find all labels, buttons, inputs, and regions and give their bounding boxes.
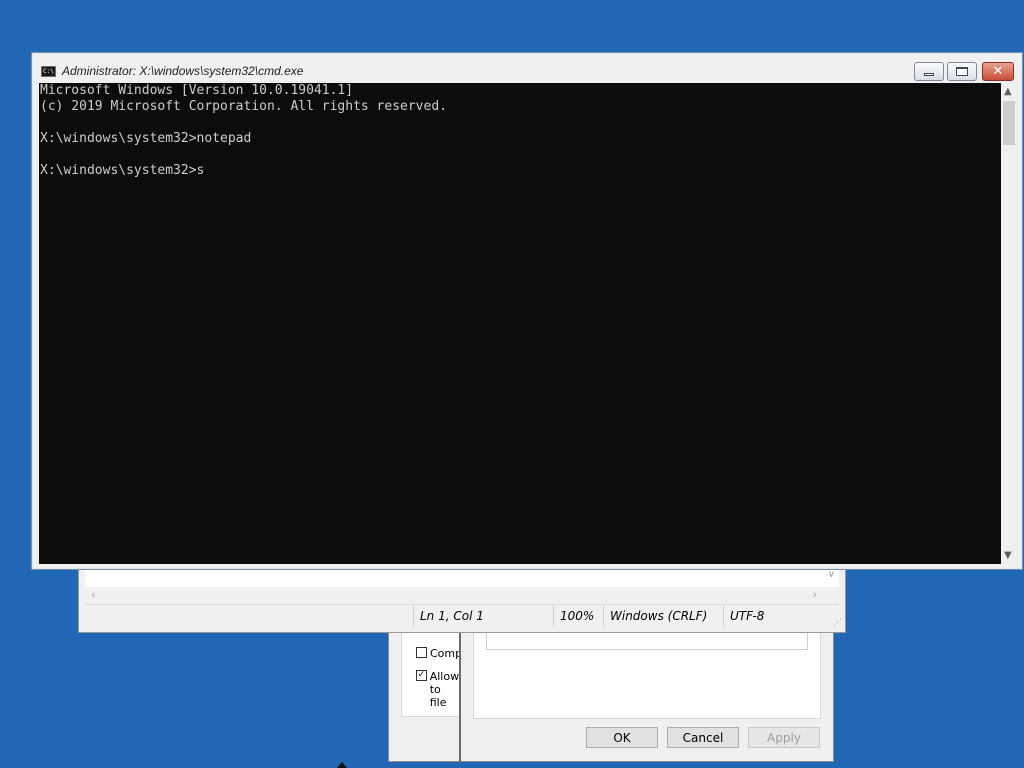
window-title: Administrator: X:\windows\system32\cmd.e… bbox=[62, 64, 304, 78]
close-icon: ✕ bbox=[992, 64, 1004, 79]
cancel-button[interactable]: Cancel bbox=[667, 727, 739, 748]
cmd-window: C:\ Administrator: X:\windows\system32\c… bbox=[31, 52, 1023, 570]
ok-button[interactable]: OK bbox=[586, 727, 658, 748]
zoom-level: 100% bbox=[553, 605, 603, 627]
pane-divider bbox=[459, 619, 461, 763]
console-prompt-line[interactable]: X:\windows\system32>s bbox=[39, 163, 1001, 179]
compress-checkbox[interactable] bbox=[416, 647, 427, 658]
line-ending: Windows (CRLF) bbox=[603, 605, 723, 627]
maximize-button[interactable] bbox=[947, 62, 977, 81]
scroll-up-icon[interactable]: ▲ bbox=[1004, 86, 1012, 97]
cursor-position: Ln 1, Col 1 bbox=[413, 605, 553, 627]
chevron-right-icon[interactable]: › bbox=[813, 588, 817, 601]
compress-option[interactable]: Comp bbox=[416, 647, 461, 660]
allow-index-label-line1: Allow bbox=[429, 670, 460, 683]
compress-label: Comp bbox=[430, 647, 461, 660]
properties-dialog: Comp ✓ Allow to file OK Cancel Apply bbox=[388, 618, 834, 763]
minimize-icon bbox=[924, 72, 934, 76]
cmd-titlebar[interactable]: C:\ Administrator: X:\windows\system32\c… bbox=[32, 53, 1022, 83]
attributes-pane: Comp ✓ Allow to file bbox=[401, 619, 461, 717]
cmd-app-icon[interactable]: C:\ bbox=[41, 66, 56, 77]
allow-index-checkbox[interactable]: ✓ bbox=[416, 670, 427, 681]
minimize-button[interactable] bbox=[914, 62, 944, 81]
chevron-left-icon[interactable]: ‹ bbox=[91, 588, 95, 601]
scrollbar-thumb[interactable] bbox=[1003, 101, 1015, 145]
encoding: UTF-8 bbox=[723, 605, 839, 627]
console-line: (c) 2019 Microsoft Corporation. All righ… bbox=[40, 99, 447, 114]
close-button[interactable]: ✕ bbox=[982, 62, 1014, 81]
notepad-window: ∨ ‹ › Ln 1, Col 1 100% Windows (CRLF) UT… bbox=[78, 560, 846, 633]
console-line: Microsoft Windows [Version 10.0.19041.1] bbox=[40, 83, 354, 98]
mouse-pointer-icon bbox=[337, 762, 347, 768]
maximize-icon bbox=[956, 67, 968, 76]
details-pane bbox=[473, 619, 821, 719]
allow-index-option[interactable]: ✓ Allow to file bbox=[416, 670, 460, 709]
vertical-scrollbar[interactable]: ▲ ▼ bbox=[1001, 83, 1017, 564]
console-line: X:\windows\system32>notepad bbox=[40, 131, 252, 146]
resize-grip-icon[interactable]: ⋰ bbox=[833, 618, 842, 628]
scroll-down-icon[interactable]: ▼ bbox=[1004, 550, 1012, 561]
allow-index-label-line2: to file bbox=[429, 683, 447, 709]
chevron-down-icon[interactable]: ∨ bbox=[828, 569, 835, 580]
console-output[interactable]: Microsoft Windows [Version 10.0.19041.1]… bbox=[39, 83, 1001, 564]
apply-button[interactable]: Apply bbox=[748, 727, 820, 748]
notepad-status-bar: Ln 1, Col 1 100% Windows (CRLF) UTF-8 bbox=[85, 604, 839, 627]
horizontal-scrollbar[interactable]: ‹ › bbox=[85, 587, 839, 604]
